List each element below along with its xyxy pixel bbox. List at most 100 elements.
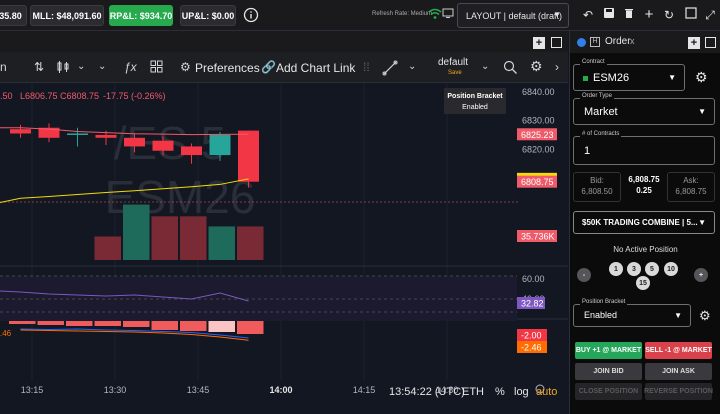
bid-cell[interactable]: Bid: 6,808.50 bbox=[573, 172, 621, 202]
maximize-icon[interactable] bbox=[705, 37, 716, 48]
reverse-position-button[interactable]: REVERSE POSITION bbox=[644, 383, 713, 400]
time-display: 13:54:22 (UTC) bbox=[389, 386, 465, 398]
fullscreen-icon[interactable]: ⤢ bbox=[702, 7, 718, 23]
contracts-quantity-input[interactable]: # of Contracts 1 bbox=[573, 131, 715, 165]
link-icon[interactable]: 🔗 bbox=[261, 60, 276, 74]
layout-save-label[interactable]: Save bbox=[448, 70, 462, 76]
auto-toggle[interactable]: auto bbox=[536, 386, 557, 398]
quote-box: Bid: 6,808.50 6,808.75 0.25 Ask: 6,808.7… bbox=[573, 172, 715, 202]
oscillator-band bbox=[0, 276, 517, 321]
macd-hist-bar bbox=[94, 321, 121, 326]
order-type-value: Market bbox=[584, 106, 618, 118]
qty-preset-15[interactable]: 15 bbox=[636, 276, 650, 290]
price-tick-label: 6840.00 bbox=[522, 87, 555, 97]
macd-hist-bar bbox=[151, 321, 178, 330]
ohlc-close: C6808.75 bbox=[60, 91, 99, 101]
price-badge-label: 6808.75 bbox=[521, 177, 554, 187]
save-icon[interactable] bbox=[601, 7, 617, 23]
info-icon[interactable] bbox=[243, 7, 259, 23]
contract-status-dot bbox=[583, 76, 588, 81]
balance-pill: 35.80 bbox=[0, 5, 27, 26]
contract-label: Contract bbox=[580, 59, 607, 65]
refresh-rate-text: Refresh Rate: Medium bbox=[372, 11, 433, 17]
plus-icon[interactable]: + bbox=[641, 7, 657, 23]
candle-body bbox=[124, 137, 145, 147]
candle-body bbox=[209, 134, 231, 156]
price-axis[interactable]: 6840.006830.006820.006810.006825.236809.… bbox=[517, 87, 557, 353]
chevron-down-icon[interactable]: ⌄ bbox=[408, 61, 416, 72]
position-bracket-status: Enabled bbox=[462, 104, 488, 111]
account-select[interactable]: $50K TRADING COMBINE | 5... ▼ bbox=[573, 211, 715, 234]
qty-preset-10[interactable]: 10 bbox=[664, 262, 678, 276]
zoom-icon[interactable] bbox=[503, 60, 518, 78]
candles-icon[interactable] bbox=[56, 60, 70, 77]
templates-icon[interactable] bbox=[150, 60, 163, 76]
gear-icon[interactable]: ⚙ bbox=[180, 60, 191, 74]
chart-type-chevron-icon[interactable]: ⌄ bbox=[77, 61, 85, 72]
monitor-icon[interactable] bbox=[440, 7, 456, 23]
close-position-button[interactable]: CLOSE POSITION bbox=[575, 383, 642, 400]
volume-bar bbox=[237, 226, 264, 260]
bid-value: 6,808.50 bbox=[581, 187, 613, 196]
sell-market-button[interactable]: SELL -1 @ MARKET bbox=[645, 342, 712, 359]
ask-label: Ask: bbox=[683, 176, 699, 185]
buy-market-button[interactable]: BUY +1 @ MARKET bbox=[575, 342, 642, 359]
add-widget-icon[interactable]: + bbox=[533, 37, 545, 49]
add-widget-icon[interactable]: + bbox=[688, 37, 700, 49]
join-ask-button[interactable]: JOIN ASK bbox=[645, 363, 712, 380]
undo-layout-icon[interactable]: ↶ bbox=[580, 7, 596, 23]
macd-left-label: .46 bbox=[0, 329, 12, 338]
qty-preset-5[interactable]: 5 bbox=[645, 262, 659, 276]
macd-hist-bar bbox=[9, 321, 36, 324]
chevron-down-icon: ▼ bbox=[698, 218, 706, 227]
order-panel: H Order x + Contract ESM26 ▼ ⚙ Order Typ… bbox=[569, 31, 720, 414]
chevron-down-icon[interactable]: ⌄ bbox=[98, 61, 106, 72]
ask-cell[interactable]: Ask: 6,808.75 bbox=[667, 172, 715, 202]
drag-handle-icon[interactable]: ⁞⁞ bbox=[363, 60, 370, 74]
add-chart-link-button[interactable]: Add Chart Link bbox=[276, 61, 355, 75]
position-bracket-label: Position Bracket bbox=[580, 299, 628, 305]
compare-icon[interactable]: ⇅ bbox=[34, 60, 44, 74]
maximize-icon[interactable] bbox=[551, 37, 562, 48]
macd-hist-bar bbox=[37, 321, 64, 325]
ohlc-partial-open: .50 bbox=[0, 91, 13, 101]
interval-partial[interactable]: n bbox=[0, 60, 7, 74]
order-tab-label[interactable]: Order bbox=[605, 36, 631, 47]
upl-pill: UP&L: $0.00 bbox=[180, 5, 236, 26]
order-type-tab-icon[interactable]: H bbox=[590, 37, 600, 47]
join-bid-button[interactable]: JOIN BID bbox=[575, 363, 642, 380]
contract-settings-gear-icon[interactable]: ⚙ bbox=[695, 69, 708, 86]
position-bracket-select[interactable]: Position Bracket Enabled ▼ bbox=[573, 299, 691, 327]
log-toggle[interactable]: log bbox=[514, 386, 529, 398]
close-tab-icon[interactable]: x bbox=[630, 36, 635, 46]
exchange-label[interactable]: ETH bbox=[462, 386, 484, 398]
increase-qty-button[interactable]: + bbox=[694, 268, 708, 282]
qty-preset-3[interactable]: 3 bbox=[627, 262, 641, 276]
chevron-down-icon: ▼ bbox=[553, 10, 561, 19]
refresh-icon[interactable]: ↻ bbox=[661, 7, 677, 23]
settings-gear-icon[interactable]: ⚙ bbox=[530, 58, 543, 75]
candle-body bbox=[67, 133, 88, 135]
percent-toggle[interactable]: % bbox=[495, 386, 505, 398]
chevron-down-icon[interactable]: ⌄ bbox=[481, 61, 489, 72]
qty-preset-1[interactable]: 1 bbox=[609, 262, 623, 276]
price-badge-label: 6825.23 bbox=[521, 130, 554, 140]
layout-dropdown[interactable]: LAYOUT | default (draft) ▼ bbox=[457, 3, 569, 28]
order-type-select[interactable]: Order Type Market ▼ bbox=[573, 93, 715, 125]
trash-icon[interactable] bbox=[621, 7, 637, 23]
more-icon[interactable]: › bbox=[555, 60, 559, 74]
window-icon[interactable] bbox=[683, 7, 699, 23]
preferences-button[interactable]: Preferences bbox=[195, 61, 260, 75]
decrease-qty-button[interactable]: - bbox=[577, 268, 591, 282]
layout-name[interactable]: default bbox=[438, 57, 468, 68]
chevron-down-icon: ▼ bbox=[698, 107, 706, 116]
contract-select[interactable]: Contract ESM26 ▼ bbox=[573, 59, 685, 91]
trendline-icon[interactable] bbox=[382, 60, 398, 79]
candle-body bbox=[181, 146, 202, 156]
candle-body bbox=[10, 129, 31, 134]
bracket-settings-gear-icon[interactable]: ⚙ bbox=[699, 308, 711, 324]
chart-toolbar: n ⇅ ⌄ ⌄ ƒx ⚙ Preferences 🔗 Add Chart Lin… bbox=[0, 52, 568, 83]
chart-area[interactable]: /ES 5 ESM26 .50 L6806.75 C6808.75 -17.75… bbox=[0, 83, 568, 414]
spread-value: 0.25 bbox=[636, 186, 652, 195]
indicators-icon[interactable]: ƒx bbox=[124, 60, 137, 74]
